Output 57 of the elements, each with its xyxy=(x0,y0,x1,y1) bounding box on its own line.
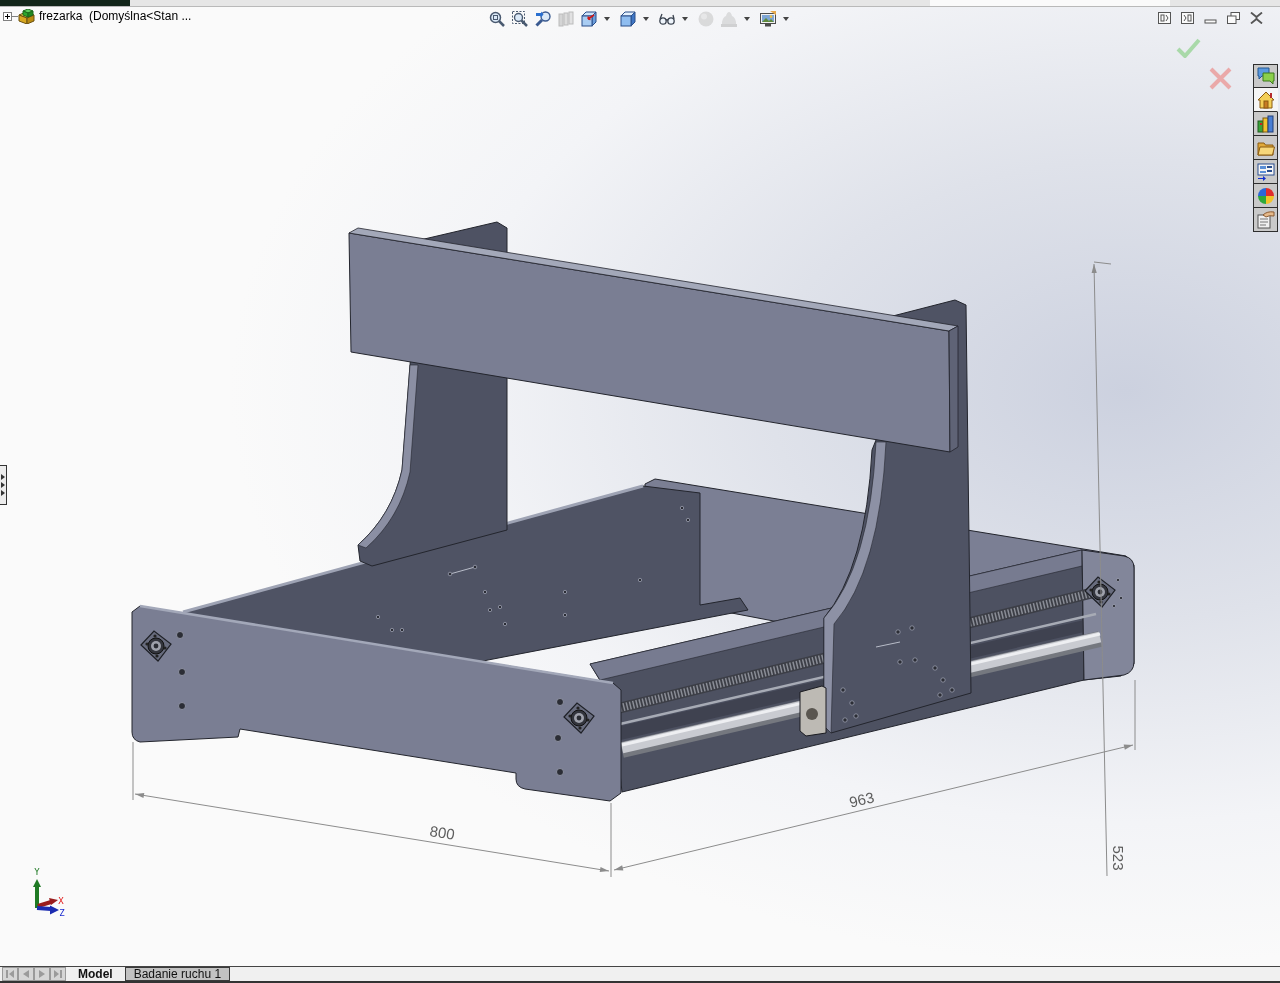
magnifier-arrow-icon xyxy=(535,11,551,27)
close-icon[interactable] xyxy=(1250,12,1263,24)
magnifier-icon xyxy=(489,11,505,27)
glasses-icon xyxy=(659,11,675,27)
sheet-tab[interactable]: Badanie ruchu 1 xyxy=(124,967,231,981)
caret-icon xyxy=(682,17,688,21)
restore-icon[interactable] xyxy=(1227,12,1240,24)
checkmark-icon[interactable] xyxy=(1176,38,1201,58)
caret-icon xyxy=(604,17,610,21)
view-settings-button[interactable] xyxy=(757,9,792,29)
cube-icon xyxy=(620,11,636,27)
caret-icon xyxy=(783,17,789,21)
sphere-icon xyxy=(698,11,714,27)
bearing-flange xyxy=(563,702,595,734)
y-axis-arrow xyxy=(33,879,41,908)
magnifier-icon xyxy=(512,11,528,27)
tile-icon[interactable] xyxy=(1158,12,1171,24)
tree-item[interactable]: frezarka (Domyślna<Stan ... xyxy=(39,9,192,23)
task-pane-tab[interactable] xyxy=(1253,136,1278,160)
carriage-block xyxy=(799,685,827,737)
next-arrow-icon xyxy=(38,970,46,978)
caret-icon xyxy=(744,17,750,21)
panel-handle[interactable] xyxy=(0,465,7,505)
task-pane-tab[interactable] xyxy=(1253,208,1278,232)
dimension-value: 523 xyxy=(1110,845,1128,871)
caret-icon xyxy=(643,17,649,21)
axis-label: X xyxy=(58,895,64,906)
expand-arrows-icon xyxy=(1,473,5,497)
first-arrow-icon xyxy=(6,970,14,978)
house-icon xyxy=(1256,90,1275,109)
clipboard-icon xyxy=(1256,210,1275,229)
z-axis-arrow xyxy=(36,905,59,915)
dimension-value: 963 xyxy=(847,788,876,811)
speech-bubbles-icon xyxy=(1256,67,1275,85)
task-pane-tab[interactable] xyxy=(1253,64,1278,88)
task-pane-tab[interactable] xyxy=(1253,184,1278,208)
color-sphere-icon xyxy=(1256,186,1275,205)
sliced-block-icon xyxy=(558,11,574,27)
panel-arrow-icon xyxy=(1256,162,1275,181)
display-style-button[interactable] xyxy=(617,9,652,29)
view-orientation-button[interactable] xyxy=(578,9,613,29)
dimension-value: 800 xyxy=(428,822,456,843)
bearing-flange xyxy=(140,630,172,662)
last-arrow-icon xyxy=(54,970,62,978)
task-pane-tab[interactable] xyxy=(1253,112,1278,136)
dome-icon xyxy=(721,11,737,27)
assembly-icon xyxy=(18,8,35,24)
expand-toggle[interactable] xyxy=(3,11,12,21)
axis-label: Z xyxy=(59,907,65,918)
axis-label: Y xyxy=(34,866,40,877)
task-pane-tab[interactable] xyxy=(1253,160,1278,184)
books-icon xyxy=(1256,114,1275,133)
tile-icon[interactable] xyxy=(1181,12,1194,24)
monitor-icon xyxy=(760,11,776,27)
bearing-flange xyxy=(1084,576,1116,608)
previous-arrow-icon xyxy=(22,970,30,978)
cube-icon xyxy=(581,11,597,27)
